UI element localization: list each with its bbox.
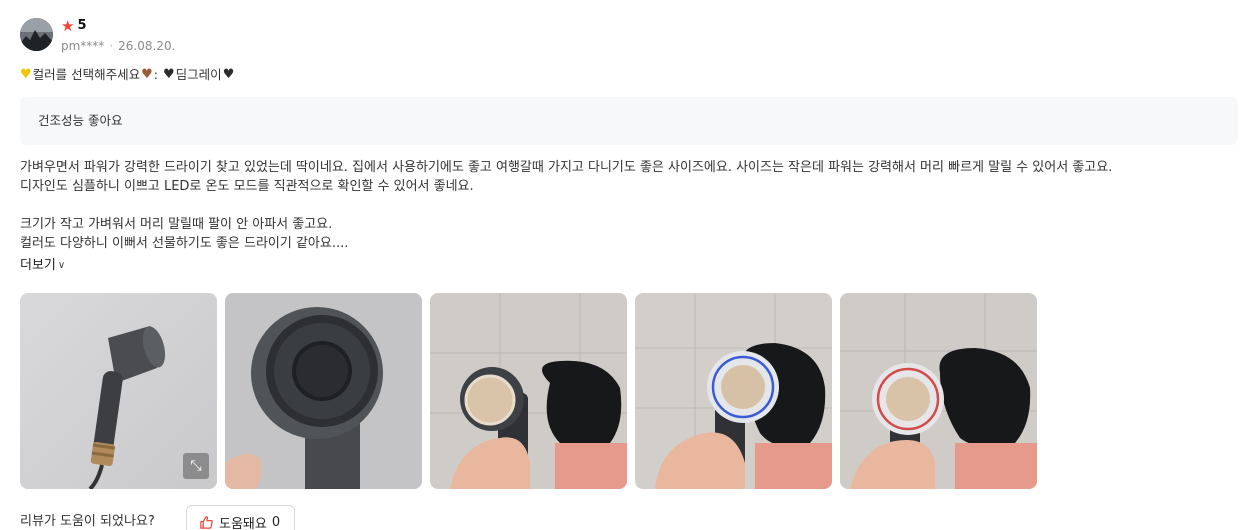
option-colon: :: [153, 67, 159, 82]
option-value: 딤그레이: [175, 67, 222, 82]
black-heart-icon: ♥: [163, 67, 175, 82]
review-body-line: 가벼우면서 파워가 강력한 드라이기 찾고 있었는데 딱이네요. 집에서 사용하…: [20, 160, 1113, 175]
more-label: 더보기: [20, 258, 56, 273]
dryer-use-photo-3[interactable]: [840, 293, 1037, 489]
review-meta: pm**** · 26.08.20.: [61, 38, 175, 54]
star-icon: ★: [61, 17, 75, 35]
dryer-rear-fan-photo[interactable]: [225, 293, 422, 489]
user-id: pm****: [61, 39, 105, 53]
review-card: ★ 5 pm**** · 26.08.20. ♥ 컬러를 선택해주세요 ♥ : …: [0, 0, 1251, 530]
black-heart-icon: ♥: [222, 67, 235, 82]
avatar[interactable]: [20, 18, 53, 51]
review-body-line: 디자인도 심플하니 이쁘고 LED로 온도 모드를 직관적으로 확인할 수 있어…: [20, 179, 474, 194]
more-button[interactable]: 더보기 ∨: [20, 256, 65, 275]
meta-separator: ·: [109, 39, 114, 53]
review-body-line: 크기가 작고 가벼워서 머리 말릴때 팔이 안 아파서 좋고요.: [20, 217, 333, 232]
helpful-label: 도움돼요: [219, 516, 267, 530]
review-headline-box: 건조성능 좋아요: [20, 97, 1238, 145]
helpful-question: 리뷰가 도움이 되었나요?: [20, 514, 155, 529]
review-body: 가벼우면서 파워가 강력한 드라이기 찾고 있었는데 딱이네요. 집에서 사용하…: [20, 158, 1235, 253]
helpful-button[interactable]: 도움돼요 0: [186, 505, 295, 530]
hair-dryer-product-photo[interactable]: ⤡: [20, 293, 217, 489]
photo-list: ⤡: [20, 293, 1037, 489]
helpful-count: 0: [271, 514, 281, 530]
rating: ★ 5: [61, 17, 87, 35]
rating-value: 5: [77, 18, 87, 33]
dryer-use-photo-1[interactable]: [430, 293, 627, 489]
thumbs-up-icon: [200, 515, 213, 529]
yellow-heart-icon: ♥: [20, 67, 32, 82]
brown-heart-icon: ♥: [141, 67, 153, 82]
chevron-down-icon: ∨: [57, 260, 66, 271]
expand-icon[interactable]: ⤡: [183, 453, 209, 479]
review-headline: 건조성능 좋아요: [38, 113, 123, 128]
dryer-use-photo-2[interactable]: [635, 293, 832, 489]
review-date: 26.08.20.: [118, 39, 176, 53]
option-prefix: 컬러를 선택해주세요: [32, 67, 141, 82]
option-info: ♥ 컬러를 선택해주세요 ♥ : ♥ 딤그레이 ♥: [20, 66, 234, 84]
review-body-line: [20, 196, 1235, 215]
review-body-line: 컬러도 다양하니 이뻐서 선물하기도 좋은 드라이기 같아요....: [20, 236, 349, 251]
